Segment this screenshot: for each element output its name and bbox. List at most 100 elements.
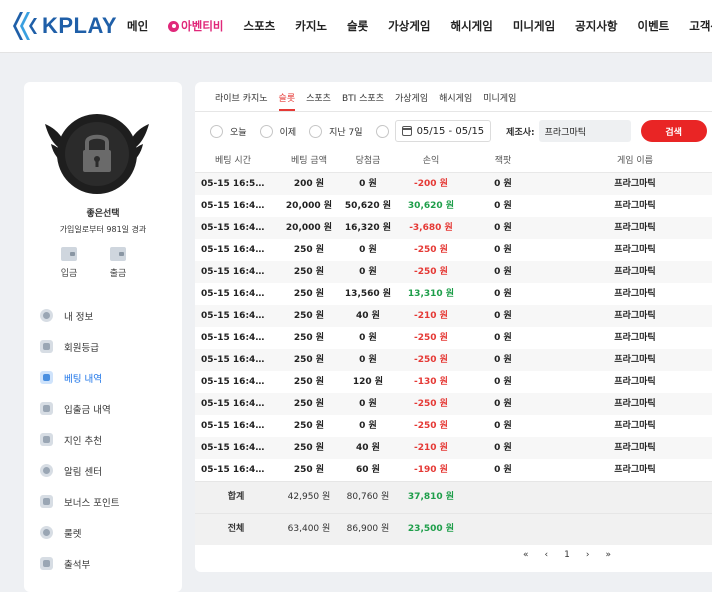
prev-page-button[interactable]: ‹	[545, 550, 549, 560]
nav-virtual-game[interactable]: 가상게임	[388, 18, 430, 34]
profit-loss-cell: -250 원	[414, 245, 448, 255]
provider-input[interactable]	[538, 120, 631, 142]
menu-referral[interactable]: 지인 추천	[40, 424, 119, 455]
menu-notification-center[interactable]: 알림 센터	[40, 455, 119, 486]
game-name-cell: 프라그마틱	[614, 289, 656, 299]
table-row: 05-15 16:46:… 250 원 0 원 -250 원 0 원 프라그마틱	[195, 327, 712, 349]
tab-hash-game[interactable]: 해시게임	[439, 91, 472, 111]
bet-time-cell: 05-15 16:46:…	[201, 267, 265, 277]
menu-roulette[interactable]: 룰렛	[40, 517, 119, 548]
nav-event[interactable]: 이벤트	[637, 18, 669, 34]
last-page-button[interactable]: »	[605, 550, 611, 560]
menu-label: 입출금 내역	[64, 404, 111, 416]
bet-time-cell: 05-15 16:46:…	[201, 443, 265, 453]
nav-notice[interactable]: 공지사항	[575, 18, 617, 34]
bet-time-cell: 05-15 16:48:…	[201, 201, 265, 211]
nav-sports[interactable]: 스포츠	[244, 18, 276, 34]
nav-slot[interactable]: 슬롯	[347, 18, 368, 34]
winnings-cell: 50,620 원	[344, 201, 392, 211]
kplay-logo-icon	[13, 12, 37, 40]
game-name-cell: 프라그마틱	[614, 245, 656, 255]
withdraw-icon	[110, 247, 126, 261]
nav-main[interactable]: 메인	[127, 18, 148, 34]
game-name-cell: 프라그마틱	[614, 355, 656, 365]
nav-hash-game[interactable]: 해시게임	[451, 18, 493, 34]
radio-yesterday[interactable]	[259, 124, 273, 138]
jackpot-cell: 0 원	[494, 201, 512, 211]
wallet-icon	[40, 402, 53, 415]
first-page-button[interactable]: «	[523, 550, 529, 560]
menu-bet-history[interactable]: 베팅 내역	[40, 362, 119, 393]
radio-today[interactable]	[210, 124, 223, 138]
menu-bonus-point[interactable]: 보너스 포인트	[40, 486, 119, 517]
menu-attendance[interactable]: 출석부	[40, 548, 119, 579]
table-header: 베팅 시간 베팅 금액 당첨금 손익 잭팟 게임 이름	[195, 150, 712, 173]
bet-time-cell: 05-15 16:46:…	[201, 245, 265, 255]
game-name-cell: 프라그마틱	[614, 443, 656, 453]
bet-time-cell: 05-15 16:48:…	[201, 223, 265, 233]
game-type-tabs: 라이브 카지노 슬롯 스포츠 BTI 스포츠 가상게임 해시게임 미니게임	[215, 91, 527, 111]
jackpot-cell: 0 원	[494, 289, 512, 299]
calendar-icon	[401, 126, 412, 136]
bet-history-icon	[40, 371, 53, 384]
winnings-cell: 40 원	[356, 443, 380, 453]
filter-bar: 오늘 이제 지난 7일 05/15 - 05/15 제조사: 검색	[210, 120, 707, 142]
radio-last-7-days[interactable]	[309, 124, 323, 138]
search-button[interactable]: 검색	[640, 120, 707, 142]
page-number[interactable]: 1	[564, 550, 570, 560]
bet-amount-cell: 250 원	[293, 421, 325, 431]
withdraw-button[interactable]: 출금	[103, 247, 133, 279]
menu-my-info[interactable]: 내 정보	[40, 300, 119, 331]
winnings-cell: 0 원	[359, 421, 377, 431]
game-name-cell: 프라그마틱	[614, 223, 656, 233]
radio-today-label: 오늘	[230, 127, 247, 138]
nav-aventv[interactable]: 아벤티비	[168, 18, 224, 34]
profit-loss-cell: -210 원	[414, 311, 448, 321]
tab-slot[interactable]: 슬롯	[278, 91, 296, 111]
table-row: 05-15 16:46:… 250 원 13,560 원 13,310 원 0 원 프라그…	[195, 283, 712, 305]
table-row: 05-15 16:46:… 250 원 40 원 -210 원 0 원 프라그마틱	[195, 305, 712, 327]
bet-amount-cell: 250 원	[293, 289, 325, 299]
jackpot-cell: 0 원	[494, 333, 512, 343]
kplay-logo[interactable]: KPLAY	[12, 10, 117, 42]
game-name-cell: 프라그마틱	[614, 377, 656, 387]
nav-customer-center[interactable]: 고객센터	[689, 18, 712, 34]
bet-amount-cell: 20,000 원	[285, 223, 333, 233]
tab-virtual-game[interactable]: 가상게임	[395, 91, 428, 111]
roulette-icon	[40, 526, 53, 539]
totals-bet-amount: 42,950 원	[287, 492, 331, 502]
tab-live-casino[interactable]: 라이브 카지노	[215, 91, 268, 111]
jackpot-cell: 0 원	[494, 179, 512, 189]
bet-amount-cell: 200 원	[293, 179, 325, 189]
table-row: 05-15 16:46:… 250 원 0 원 -250 원 0 원 프라그마틱	[195, 261, 712, 283]
bet-time-cell: 05-15 16:46:…	[201, 399, 265, 409]
jackpot-cell: 0 원	[494, 421, 512, 431]
radio-last-7-days-label: 지난 7일	[329, 127, 363, 138]
winnings-cell: 0 원	[359, 355, 377, 365]
totals-row: 합계 42,950 원 80,760 원 37,810 원	[195, 481, 712, 513]
tab-sports[interactable]: 스포츠	[306, 91, 331, 111]
tab-mini-game[interactable]: 미니게임	[483, 91, 516, 111]
date-range-picker[interactable]: 05/15 - 05/15	[394, 120, 492, 142]
winnings-cell: 0 원	[359, 179, 377, 189]
menu-transaction-history[interactable]: 입출금 내역	[40, 393, 119, 424]
table-row: 05-15 16:46:… 250 원 0 원 -250 원 0 원 프라그마틱	[195, 349, 712, 371]
winnings-cell: 0 원	[359, 245, 377, 255]
next-page-button[interactable]: ›	[586, 550, 590, 560]
deposit-button[interactable]: 입금	[54, 247, 84, 279]
game-name-cell: 프라그마틱	[614, 311, 656, 321]
profit-loss-cell: 13,310 원	[407, 289, 455, 299]
table-row: 05-15 16:48:… 20,000 원 16,320 원 -3,680 원 0 원…	[195, 217, 712, 239]
winnings-cell: 16,320 원	[344, 223, 392, 233]
attendance-icon	[40, 557, 53, 570]
radio-custom-range[interactable]	[375, 124, 389, 138]
pagination: « ‹ 1 › »	[515, 550, 619, 560]
header-bet-amount: 베팅 금액	[291, 156, 327, 166]
nav-mini-game[interactable]: 미니게임	[513, 18, 555, 34]
menu-member-level[interactable]: 회원등급	[40, 331, 119, 362]
deposit-label: 입금	[60, 269, 78, 279]
jackpot-cell: 0 원	[494, 267, 512, 277]
winnings-cell: 120 원	[352, 377, 384, 387]
nav-casino[interactable]: 카지노	[295, 18, 327, 34]
tab-bti-sports[interactable]: BTI 스포츠	[342, 91, 384, 111]
